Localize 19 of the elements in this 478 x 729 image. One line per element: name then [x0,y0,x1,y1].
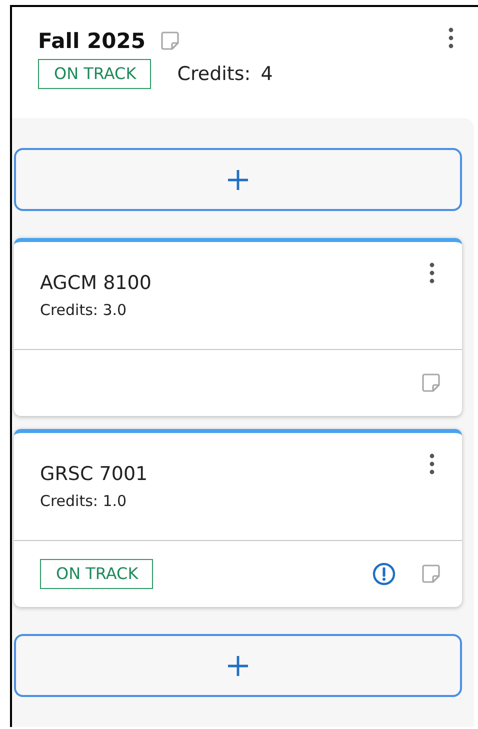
status-badge: ON TRACK [40,559,154,589]
add-icon [227,654,249,676]
course-credits: Credits: 3.0 [40,301,127,319]
add-course-button[interactable] [14,634,462,697]
more-menu-icon[interactable] [429,453,435,475]
more-menu-icon[interactable] [429,262,435,284]
alert-icon[interactable] [372,562,396,586]
note-icon[interactable] [159,30,182,52]
add-course-button[interactable] [14,148,462,211]
status-badge: ON TRACK [38,59,152,89]
more-menu-icon[interactable] [448,27,454,49]
course-credits: Credits: 1.0 [40,492,127,510]
course-code: AGCM 8100 [40,272,152,294]
term-title: Fall 2025 [38,29,146,53]
term-credits: Credits: 4 [177,63,273,85]
course-code: GRSC 7001 [40,463,148,485]
note-icon[interactable] [420,372,442,394]
add-icon [227,168,249,190]
note-icon[interactable] [420,563,442,585]
